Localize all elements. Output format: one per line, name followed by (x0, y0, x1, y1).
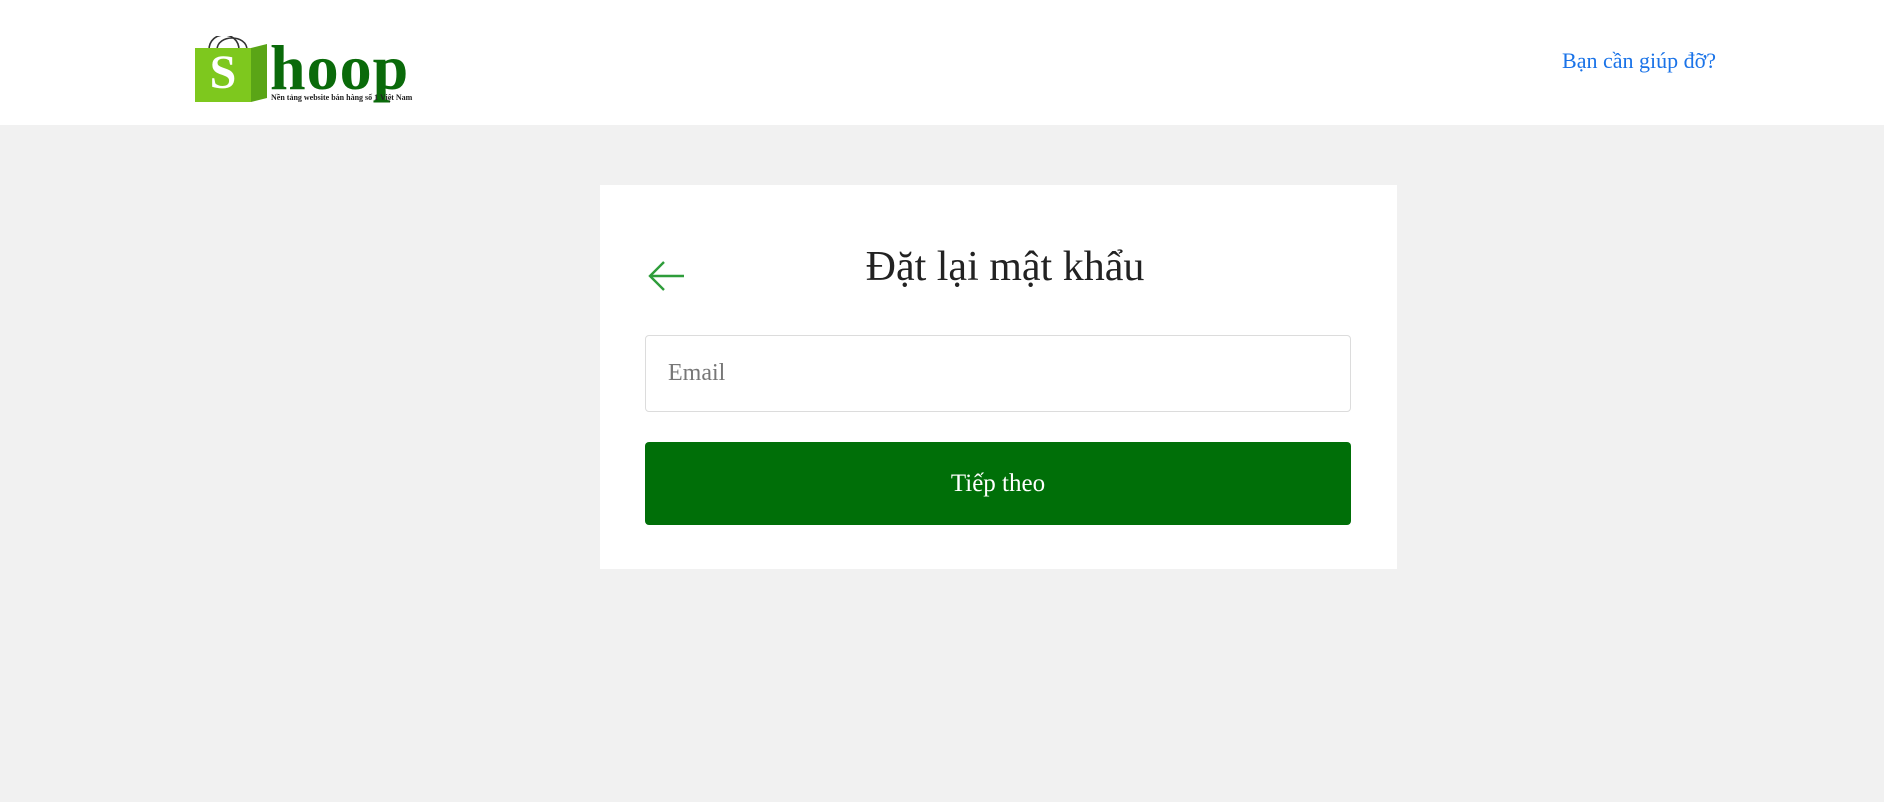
shoop-logo[interactable]: S hoop Nền tảng website bán hàng số 1 Vi… (193, 14, 423, 106)
email-field[interactable] (645, 335, 1351, 412)
logo-tagline: Nền tảng website bán hàng số 1 Việt Nam (271, 93, 413, 102)
logo-bag-letter: S (210, 46, 237, 99)
logo-brand-text: hoop (270, 32, 410, 103)
help-link[interactable]: Bạn cần giúp đỡ? (1562, 48, 1716, 74)
reset-password-card: Đặt lại mật khẩu Tiếp theo (600, 185, 1397, 569)
page-title: Đặt lại mật khẩu (865, 244, 1145, 290)
shopping-bag-icon: S (195, 36, 267, 102)
header: S hoop Nền tảng website bán hàng số 1 Vi… (0, 0, 1884, 125)
next-button[interactable]: Tiếp theo (645, 442, 1351, 525)
